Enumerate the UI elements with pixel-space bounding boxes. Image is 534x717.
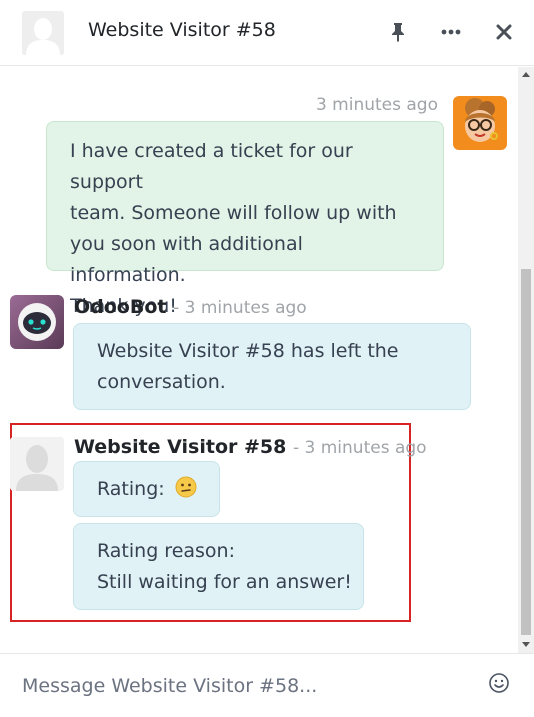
rating-bubble: Rating: bbox=[73, 461, 220, 517]
pin-icon bbox=[392, 23, 404, 42]
rating-label: Rating: bbox=[97, 478, 165, 500]
rating-reason-text: Still waiting for an answer! bbox=[97, 571, 352, 593]
smiley-icon bbox=[489, 673, 509, 693]
message-line: team. Someone will follow up with bbox=[70, 202, 397, 224]
odoobot-icon bbox=[10, 295, 64, 349]
visitor-author: Website Visitor #58 - 3 minutes ago bbox=[74, 436, 427, 458]
author-name: OdooBot bbox=[74, 296, 167, 318]
author-name: Website Visitor #58 bbox=[74, 436, 287, 458]
message-line: Website Visitor #58 has left the bbox=[97, 340, 399, 362]
odoobot-author: OdooBot - 3 minutes ago bbox=[74, 296, 307, 318]
visitor-timestamp: - 3 minutes ago bbox=[292, 438, 427, 458]
agent-message-bubble: I have created a ticket for our support … bbox=[46, 121, 444, 317]
visitor-avatar bbox=[22, 11, 64, 55]
thread-scrollbar[interactable] bbox=[518, 67, 534, 653]
more-icon bbox=[441, 29, 461, 35]
message-line: you soon with additional information. bbox=[70, 233, 303, 286]
rating-reason-label: Rating reason: bbox=[97, 540, 235, 562]
close-icon bbox=[496, 24, 512, 40]
odoobot-message-bubble: Website Visitor #58 has left the convers… bbox=[73, 323, 471, 410]
message-input[interactable] bbox=[0, 654, 534, 717]
odoobot-avatar bbox=[10, 295, 64, 349]
chat-title: Website Visitor #58 bbox=[88, 19, 276, 41]
close-button[interactable] bbox=[490, 18, 518, 46]
agent-avatar-icon bbox=[453, 96, 507, 150]
more-options-button[interactable] bbox=[437, 18, 465, 46]
message-line: conversation. bbox=[97, 371, 226, 393]
agent-message-timestamp: 3 minutes ago bbox=[315, 95, 438, 115]
message-line: I have created a ticket for our support bbox=[70, 140, 353, 193]
unamused-face-icon bbox=[175, 476, 197, 498]
odoobot-timestamp: - 3 minutes ago bbox=[173, 298, 307, 318]
rating-reason-bubble: Rating reason: Still waiting for an answ… bbox=[73, 523, 364, 610]
scroll-thumb[interactable] bbox=[521, 269, 531, 635]
message-composer bbox=[0, 653, 534, 717]
scroll-down-arrow-icon[interactable] bbox=[522, 642, 530, 647]
agent-avatar bbox=[453, 96, 507, 150]
person-avatar-icon bbox=[10, 437, 64, 491]
visitor-message-avatar bbox=[10, 437, 64, 491]
pin-button[interactable] bbox=[384, 18, 412, 46]
emoji-button[interactable] bbox=[488, 672, 514, 698]
scroll-up-arrow-icon[interactable] bbox=[522, 72, 530, 77]
person-avatar-icon bbox=[22, 11, 64, 55]
chat-header: Website Visitor #58 bbox=[0, 0, 534, 66]
message-thread[interactable]: 3 minutes ago I have created a ticket fo… bbox=[0, 67, 518, 653]
